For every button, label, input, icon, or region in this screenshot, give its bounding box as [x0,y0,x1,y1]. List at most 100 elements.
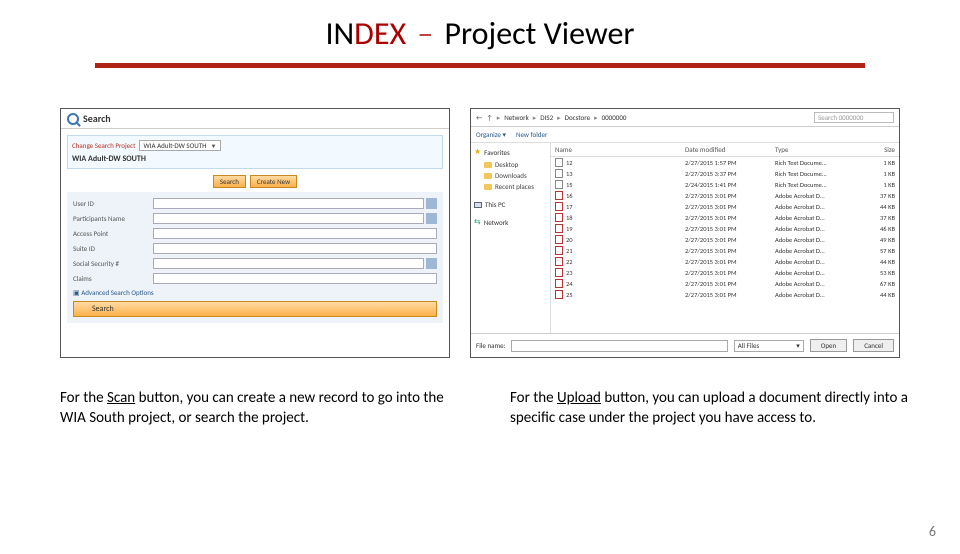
file-row[interactable]: 192/27/2015 3:01 PMAdobe Acrobat D...46 … [551,223,899,234]
label-claims: Claims [73,274,153,283]
sidebar-thispc[interactable]: This PC [485,200,505,209]
search-placeholder: Search 0000000 [818,113,863,122]
slide-title: INDEX – Project Viewer [0,14,960,53]
file-type: Rich Text Docume... [775,159,865,167]
file-name: 24 [566,280,573,288]
file-row[interactable]: 252/27/2015 3:01 PMAdobe Acrobat D...44 … [551,289,899,300]
lookup-icon[interactable] [426,198,437,209]
file-name: 22 [566,258,573,266]
file-name: 16 [566,192,573,200]
file-row[interactable]: 152/24/2015 1:41 PMRich Text Docume...1 … [551,179,899,190]
file-type: Rich Text Docume... [775,170,865,178]
pc-icon [474,202,482,208]
file-row[interactable]: 122/27/2015 1:57 PMRich Text Docume...1 … [551,157,899,168]
sidebar-recent[interactable]: Recent places [495,182,534,191]
nav-back-icon[interactable]: ← [476,113,482,122]
advanced-search-link[interactable]: Advanced Search Options [73,288,437,297]
breadcrumb-item[interactable]: 0000000 [602,113,627,122]
cancel-button[interactable]: Cancel [853,339,894,352]
pdf-icon [555,202,563,211]
input-ssn[interactable] [153,258,424,269]
project-select[interactable]: WIA Adult-DW SOUTH [139,140,220,151]
input-suite-id[interactable] [153,243,437,254]
input-participants-name[interactable] [153,213,424,224]
file-name: 19 [566,225,573,233]
file-row[interactable]: 222/27/2015 3:01 PMAdobe Acrobat D...44 … [551,256,899,267]
file-row[interactable]: 172/27/2015 3:01 PMAdobe Acrobat D...44 … [551,201,899,212]
folder-icon [484,162,492,168]
file-row[interactable]: 212/27/2015 3:01 PMAdobe Acrobat D...57 … [551,245,899,256]
input-claims[interactable] [153,273,437,284]
file-filter-select[interactable]: All Files [734,340,804,352]
label-access-point: Access Point [73,229,153,238]
col-header-date[interactable]: Date modified [685,145,775,154]
sidebar-favorites[interactable]: Favorites [484,148,510,157]
lookup-icon[interactable] [426,258,437,269]
file-row[interactable]: 202/27/2015 3:01 PMAdobe Acrobat D...49 … [551,234,899,245]
filename-label: File name: [476,341,505,350]
caption-upload-word: Upload [557,389,601,407]
file-row[interactable]: 162/27/2015 3:01 PMAdobe Acrobat D...37 … [551,190,899,201]
sidebar-desktop[interactable]: Desktop [495,160,518,169]
sidebar-network[interactable]: Network [484,218,509,227]
breadcrumb-item[interactable]: Docstore [565,113,590,122]
label-ssn: Social Security # [73,259,153,268]
file-date: 2/27/2015 3:01 PM [685,214,775,222]
search-button[interactable]: Search [213,175,246,188]
file-list: Name Date modified Type Size 122/27/2015… [551,143,899,333]
file-date: 2/27/2015 3:01 PM [685,236,775,244]
pdf-icon [555,279,563,288]
breadcrumb-item[interactable]: DIS2 [540,113,553,122]
file-row[interactable]: 23 2/27/2015 3:01 PMAdobe Acrobat D...53 … [551,267,899,278]
search-submit-button[interactable]: Search [73,301,437,317]
file-name: 13 [566,170,573,178]
organize-menu[interactable]: Organize ▾ [476,130,506,139]
open-button[interactable]: Open [810,339,847,352]
file-date: 2/27/2015 1:57 PM [685,159,775,167]
file-name: 20 [566,236,573,244]
text-file-icon [555,158,563,167]
file-row[interactable]: 182/27/2015 3:01 PMAdobe Acrobat D...37 … [551,212,899,223]
file-name: 23 [566,269,573,277]
col-header-name[interactable]: Name [555,145,685,154]
file-name: 21 [566,247,573,255]
create-new-button[interactable]: Create New [250,175,297,188]
page-number: 6 [929,523,936,540]
sidebar-downloads[interactable]: Downloads [495,171,527,180]
filename-input[interactable] [511,340,727,352]
file-filter-value: All Files [738,341,760,350]
input-user-id[interactable] [153,198,424,209]
file-type: Adobe Acrobat D... [775,225,865,233]
new-folder-button[interactable]: New folder [516,130,547,139]
nav-up-icon[interactable]: ↑ [486,113,492,122]
file-name: 17 [566,203,573,211]
file-date: 2/27/2015 3:01 PM [685,269,775,277]
file-size: 37 KB [865,192,895,200]
change-search-project-link[interactable]: Change Search Project [72,141,135,150]
file-type: Rich Text Docume... [775,181,865,189]
pdf-icon [555,268,563,277]
project-heading: WIA Adult-DW SOUTH [72,154,438,164]
input-access-point[interactable] [153,228,437,239]
file-type: Adobe Acrobat D... [775,192,865,200]
file-type: Adobe Acrobat D... [775,203,865,211]
file-name: 25 [566,291,573,299]
file-size: 53 KB [865,269,895,277]
pdf-icon [555,246,563,255]
file-row[interactable]: 242/27/2015 3:01 PMAdobe Acrobat D...67 … [551,278,899,289]
col-header-type[interactable]: Type [775,145,865,154]
col-header-size[interactable]: Size [865,145,895,154]
search-folder-input[interactable]: Search 0000000 [814,112,894,123]
breadcrumb-bar: ← ↑ ▸Network ▸DIS2 ▸Docstore ▸0000000 Se… [471,109,899,127]
breadcrumb-item[interactable]: Network [504,113,529,122]
file-type: Adobe Acrobat D... [775,269,865,277]
file-size: 44 KB [865,258,895,266]
lookup-icon[interactable] [426,213,437,224]
file-size: 1 KB [865,181,895,189]
folder-icon [484,173,492,179]
file-size: 37 KB [865,214,895,222]
file-row[interactable]: 132/27/2015 3:37 PMRich Text Docume...1 … [551,168,899,179]
file-type: Adobe Acrobat D... [775,258,865,266]
title-rest: Project Viewer [445,14,635,53]
file-type: Adobe Acrobat D... [775,214,865,222]
